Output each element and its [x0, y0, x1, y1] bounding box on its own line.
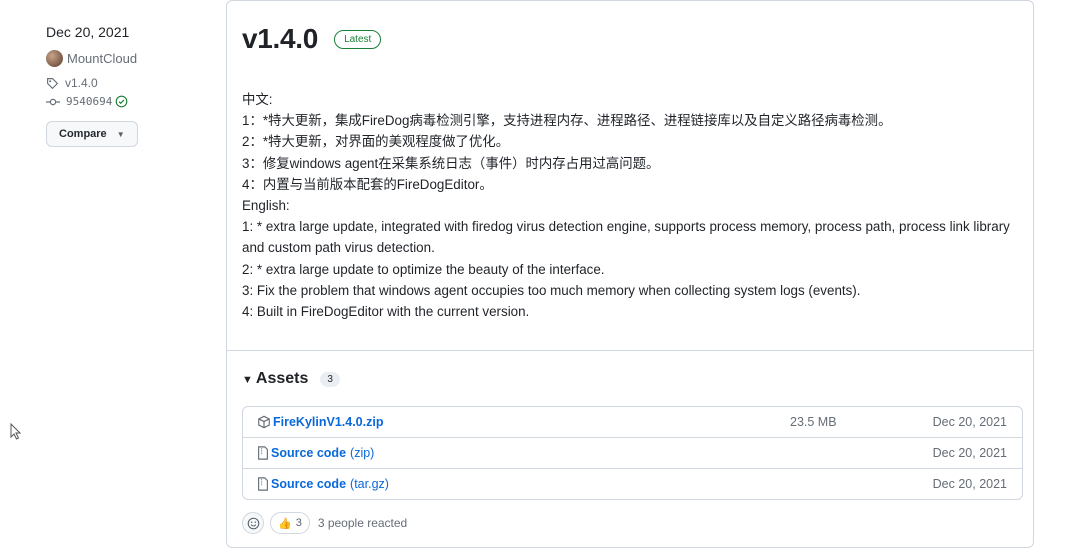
- assets-count: 3: [320, 371, 340, 387]
- note-line: 1: * extra large update, integrated with…: [242, 219, 1010, 256]
- smiley-icon: [247, 517, 259, 529]
- note-line: 中文:: [242, 92, 273, 107]
- asset-date: Dec 20, 2021: [932, 415, 1007, 429]
- commit-link[interactable]: 9540694: [46, 95, 196, 108]
- note-line: 2: * extra large update to optimize the …: [242, 261, 605, 277]
- triangle-down-icon: ▼: [116, 129, 125, 139]
- assets-list: FireKylinV1.4.0.zip 23.5 MB Dec 20, 2021…: [242, 406, 1023, 500]
- commit-icon: [46, 98, 60, 105]
- compare-button[interactable]: Compare ▼: [46, 121, 138, 147]
- mouse-pointer-icon: [10, 423, 22, 440]
- asset-name[interactable]: Source code (tar.gz): [271, 477, 389, 491]
- add-reaction-button[interactable]: [242, 512, 264, 534]
- asset-name-text: Source code: [271, 477, 347, 491]
- asset-name-text: Source code: [271, 446, 347, 460]
- divider: [227, 350, 1033, 351]
- note-line: English:: [242, 198, 290, 214]
- asset-row[interactable]: Source code (zip) Dec 20, 2021: [243, 437, 1022, 468]
- avatar[interactable]: [46, 50, 63, 67]
- author[interactable]: MountCloud: [46, 50, 196, 67]
- file-zip-icon: [257, 477, 269, 491]
- release-sidebar: Dec 20, 2021 MountCloud v1.4.0 9540694 C…: [46, 24, 196, 147]
- release-title[interactable]: v1.4.0: [242, 23, 318, 55]
- reactions-bar: 👍 3 3 people reacted: [242, 512, 407, 534]
- note-line: 2：*特大更新，对界面的美观程度做了优化。: [242, 134, 510, 150]
- asset-date: Dec 20, 2021: [932, 477, 1007, 491]
- assets-title-text: Assets: [255, 370, 309, 387]
- note-line: 3: Fix the problem that windows agent oc…: [242, 282, 861, 298]
- release-header: v1.4.0 Latest: [242, 23, 382, 55]
- asset-name[interactable]: FireKylinV1.4.0.zip: [273, 415, 383, 429]
- commit-sha[interactable]: 9540694: [66, 95, 112, 108]
- file-zip-icon: [257, 446, 269, 460]
- asset-format: (tar.gz): [350, 477, 389, 491]
- release-card: v1.4.0 Latest 中文: 1：*特大更新，集成FireDog病毒检测引…: [226, 0, 1034, 548]
- latest-badge: Latest: [334, 29, 382, 49]
- thumbs-up-count: 3: [295, 517, 302, 529]
- compare-label: Compare: [59, 128, 107, 140]
- thumbs-up-icon: 👍: [278, 517, 292, 530]
- tag-link[interactable]: v1.4.0: [46, 76, 196, 90]
- asset-row[interactable]: FireKylinV1.4.0.zip 23.5 MB Dec 20, 2021: [243, 407, 1022, 437]
- tag-label[interactable]: v1.4.0: [65, 76, 98, 90]
- release-notes: 中文: 1：*特大更新，集成FireDog病毒检测引擎，支持进程内存、进程路径、…: [242, 89, 1022, 322]
- verified-check-icon[interactable]: [115, 95, 128, 108]
- tag-icon: [47, 77, 59, 89]
- note-line: 3：修复windows agent在采集系统日志（事件）时内存占用过高问题。: [242, 155, 660, 171]
- assets-title[interactable]: ▼ Assets: [242, 370, 308, 388]
- reactions-summary: 3 people reacted: [317, 516, 408, 530]
- note-line: 4：内置与当前版本配套的FireDogEditor。: [242, 176, 493, 192]
- note-line: 1：*特大更新，集成FireDog病毒检测引擎，支持进程内存、进程路径、进程链接…: [242, 113, 892, 129]
- asset-size: 23.5 MB: [790, 415, 837, 429]
- asset-name[interactable]: Source code (zip): [271, 446, 374, 460]
- release-date: Dec 20, 2021: [46, 24, 130, 40]
- author-name[interactable]: MountCloud: [67, 51, 137, 66]
- package-icon: [257, 415, 271, 429]
- thumbs-up-reaction[interactable]: 👍 3: [270, 512, 310, 534]
- note-line: 4: Built in FireDogEditor with the curre…: [242, 304, 530, 320]
- asset-date: Dec 20, 2021: [932, 446, 1007, 460]
- asset-row[interactable]: Source code (tar.gz) Dec 20, 2021: [243, 468, 1022, 499]
- assets-toggle[interactable]: ▼ Assets 3: [242, 370, 340, 388]
- asset-format: (zip): [350, 446, 375, 460]
- triangle-down-icon: ▼: [242, 374, 253, 386]
